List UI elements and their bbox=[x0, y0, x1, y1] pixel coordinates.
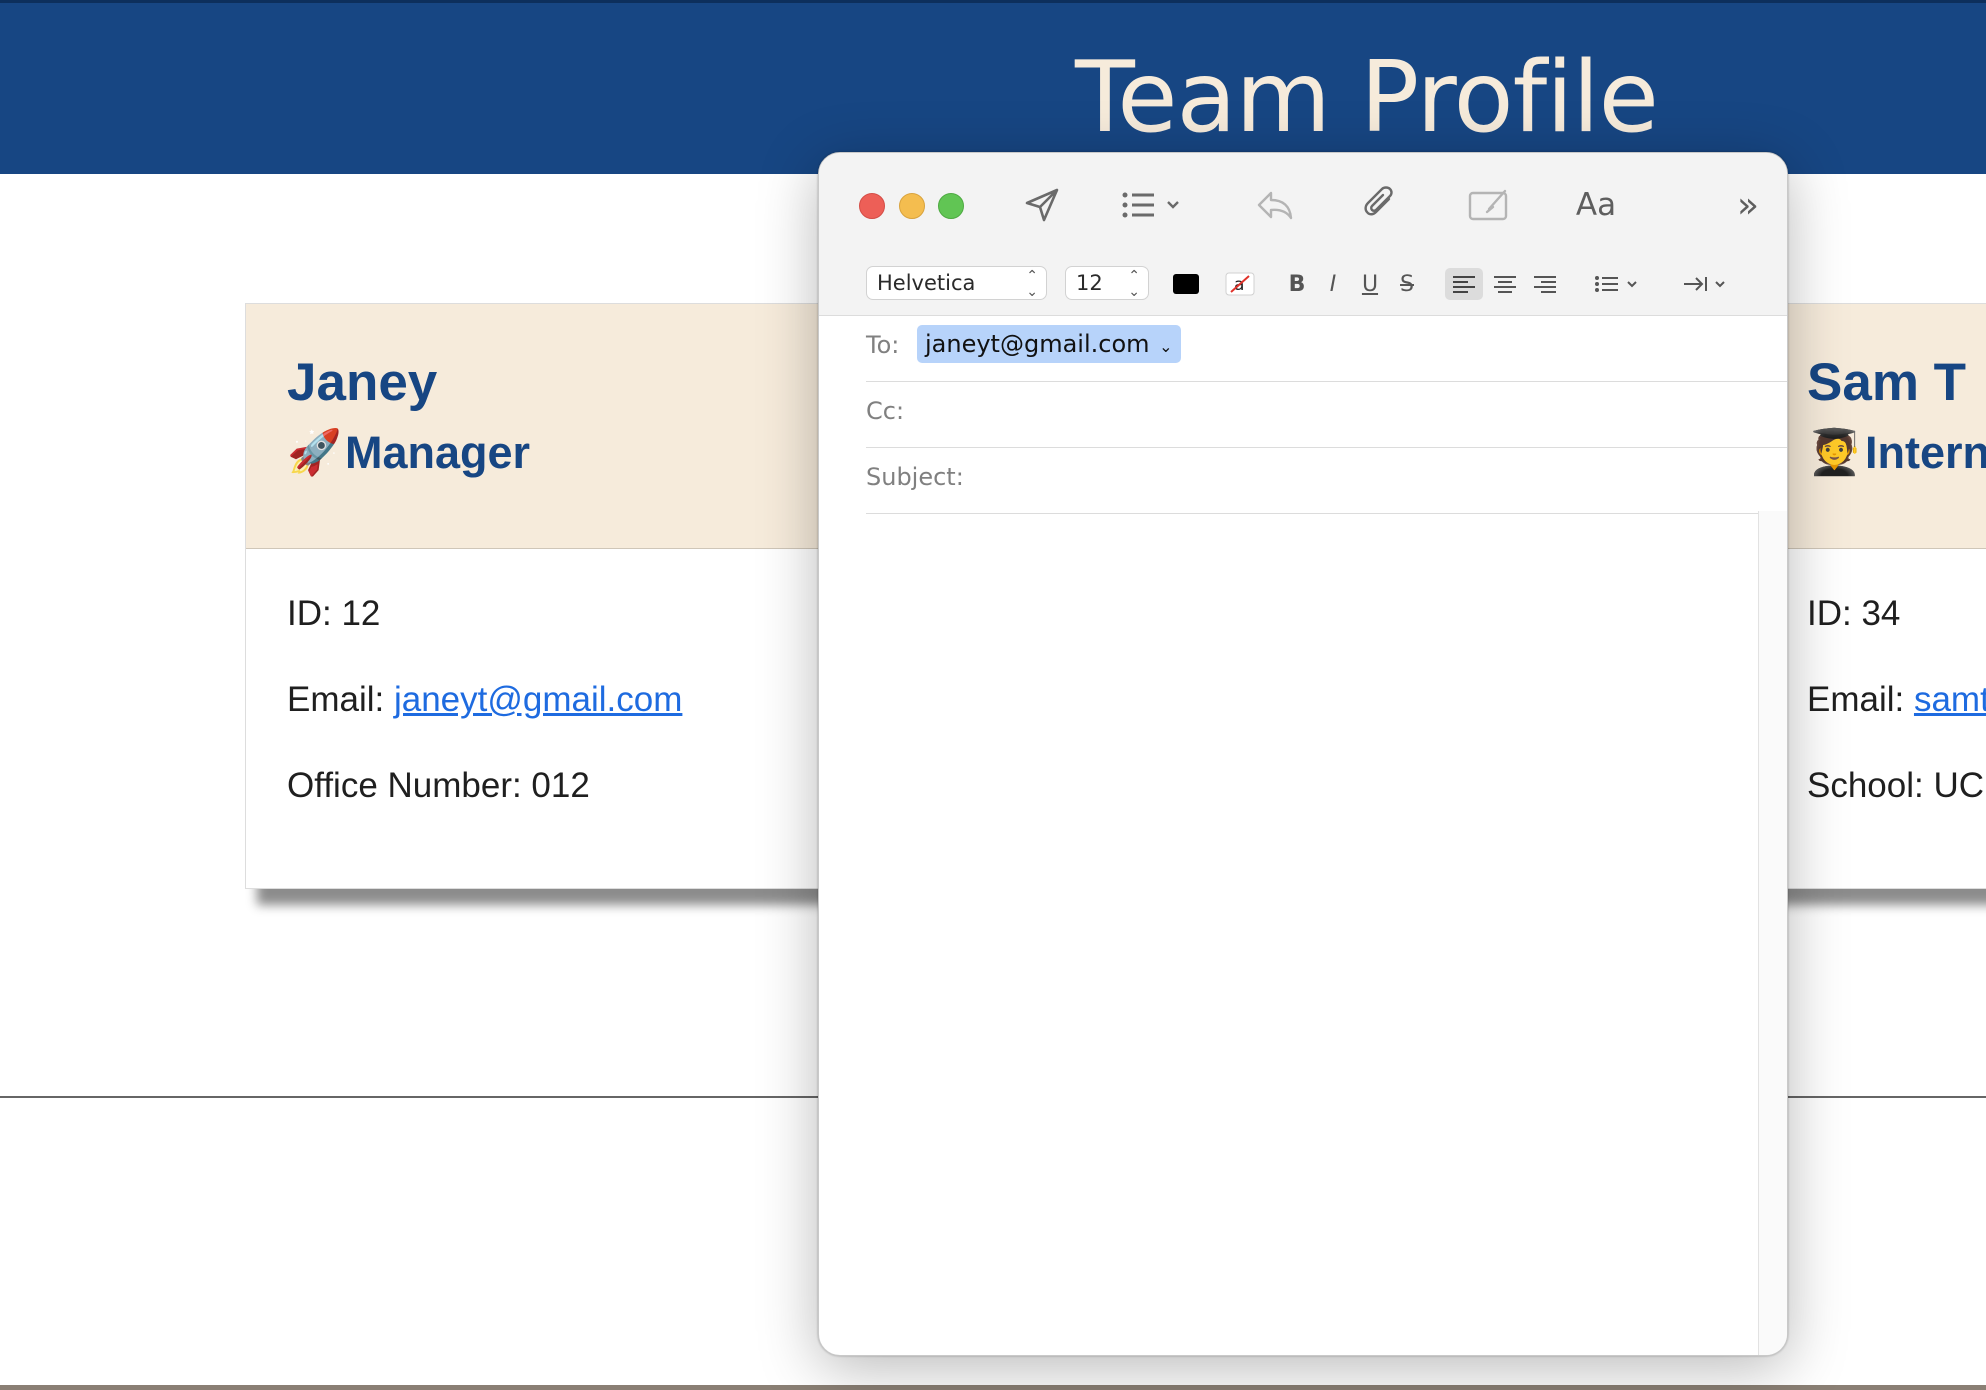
list-style-icon[interactable] bbox=[1593, 268, 1643, 300]
highlight-color-button[interactable]: a bbox=[1223, 268, 1257, 300]
page-title: Team Profile bbox=[1075, 41, 1659, 155]
format-text-icon[interactable]: Aa bbox=[1571, 181, 1621, 229]
email-link[interactable]: janeyt@gmail.com bbox=[394, 680, 682, 719]
scrollbar[interactable] bbox=[1758, 511, 1787, 1355]
chevron-down-icon[interactable]: ⌄ bbox=[1159, 337, 1172, 356]
desktop-edge bbox=[0, 1385, 1986, 1390]
send-icon[interactable] bbox=[1019, 181, 1065, 229]
cc-label: Cc: bbox=[866, 397, 905, 425]
office-number: Office Number: 012 bbox=[287, 766, 590, 805]
employee-card-manager: Janey 🚀 Manager ID: 12 Email: janeyt@gma… bbox=[245, 303, 847, 889]
cc-field-row[interactable]: Cc: bbox=[866, 381, 1787, 448]
email-label: Email: bbox=[1807, 680, 1914, 719]
reply-icon[interactable] bbox=[1252, 181, 1298, 229]
subject-field-row[interactable]: Subject: bbox=[866, 447, 1787, 514]
format-bar: Helvetica ⌃⌄ 12 ⌃⌄ a B I U S bbox=[819, 255, 1787, 316]
align-center-icon[interactable] bbox=[1487, 268, 1523, 300]
recipient-token[interactable]: janeyt@gmail.com ⌄ bbox=[917, 325, 1181, 363]
markup-icon[interactable] bbox=[1464, 181, 1514, 229]
font-size-select[interactable]: 12 ⌃ ⌄ bbox=[1065, 266, 1149, 300]
employee-email-row: Email: janeyt@gmail.com bbox=[287, 680, 682, 720]
indent-icon[interactable] bbox=[1681, 268, 1731, 300]
role-label: Intern bbox=[1865, 427, 1986, 478]
employee-name: Sam T bbox=[1807, 353, 1967, 412]
school: School: UC bbox=[1807, 766, 1985, 805]
stepper-arrows-icon: ⌃ ⌄ bbox=[1128, 268, 1140, 300]
align-right-icon[interactable] bbox=[1527, 268, 1563, 300]
underline-button[interactable]: U bbox=[1355, 268, 1385, 300]
zoom-window-button[interactable] bbox=[938, 193, 964, 219]
employee-name: Janey bbox=[287, 353, 438, 412]
mail-compose-window[interactable]: Aa » Helvetica ⌃⌄ 12 ⌃⌄ a B I U S bbox=[818, 152, 1788, 1356]
font-family-select[interactable]: Helvetica ⌃ ⌄ bbox=[866, 266, 1047, 300]
subject-label: Subject: bbox=[866, 463, 964, 491]
text-color-button[interactable] bbox=[1171, 268, 1201, 300]
font-family-value: Helvetica bbox=[877, 271, 976, 295]
font-size-value: 12 bbox=[1076, 271, 1103, 295]
student-icon: 🧑‍🎓 bbox=[1807, 428, 1862, 477]
page-header: Team Profile bbox=[0, 0, 1986, 174]
employee-id: ID: 34 bbox=[1807, 594, 1901, 633]
close-window-button[interactable] bbox=[859, 193, 885, 219]
strikethrough-button[interactable]: S bbox=[1392, 268, 1422, 300]
attachment-icon[interactable] bbox=[1357, 181, 1403, 229]
text-color-swatch bbox=[1173, 274, 1199, 294]
rocket-icon: 🚀 bbox=[287, 428, 342, 477]
stepper-arrows-icon: ⌃ ⌄ bbox=[1026, 268, 1038, 300]
header-fields-icon[interactable] bbox=[1121, 181, 1187, 229]
align-left-icon[interactable] bbox=[1445, 268, 1483, 300]
compose-toolbar: Aa » bbox=[819, 153, 1787, 255]
email-link[interactable]: samt bbox=[1914, 680, 1986, 719]
to-label: To: bbox=[866, 331, 900, 359]
bold-button[interactable]: B bbox=[1282, 268, 1312, 300]
role-label: Manager bbox=[345, 427, 531, 478]
employee-email-row: Email: samt bbox=[1807, 680, 1986, 720]
card-header: Janey 🚀 Manager bbox=[246, 304, 846, 549]
more-icon[interactable]: » bbox=[1729, 181, 1767, 229]
italic-button[interactable]: I bbox=[1319, 268, 1347, 300]
card-header: Sam T 🧑‍🎓 Intern bbox=[1761, 304, 1986, 549]
employee-id: ID: 12 bbox=[287, 594, 381, 633]
employee-card-intern: Sam T 🧑‍🎓 Intern ID: 34 Email: samt Scho… bbox=[1760, 303, 1986, 889]
recipient-address: janeyt@gmail.com bbox=[925, 330, 1150, 358]
to-field-row[interactable]: To: janeyt@gmail.com ⌄ bbox=[866, 315, 1787, 382]
employee-role: 🚀 Manager bbox=[287, 426, 530, 480]
minimize-window-button[interactable] bbox=[899, 193, 925, 219]
message-body[interactable] bbox=[866, 511, 1759, 1355]
email-label: Email: bbox=[287, 680, 394, 719]
employee-role: 🧑‍🎓 Intern bbox=[1807, 426, 1986, 480]
